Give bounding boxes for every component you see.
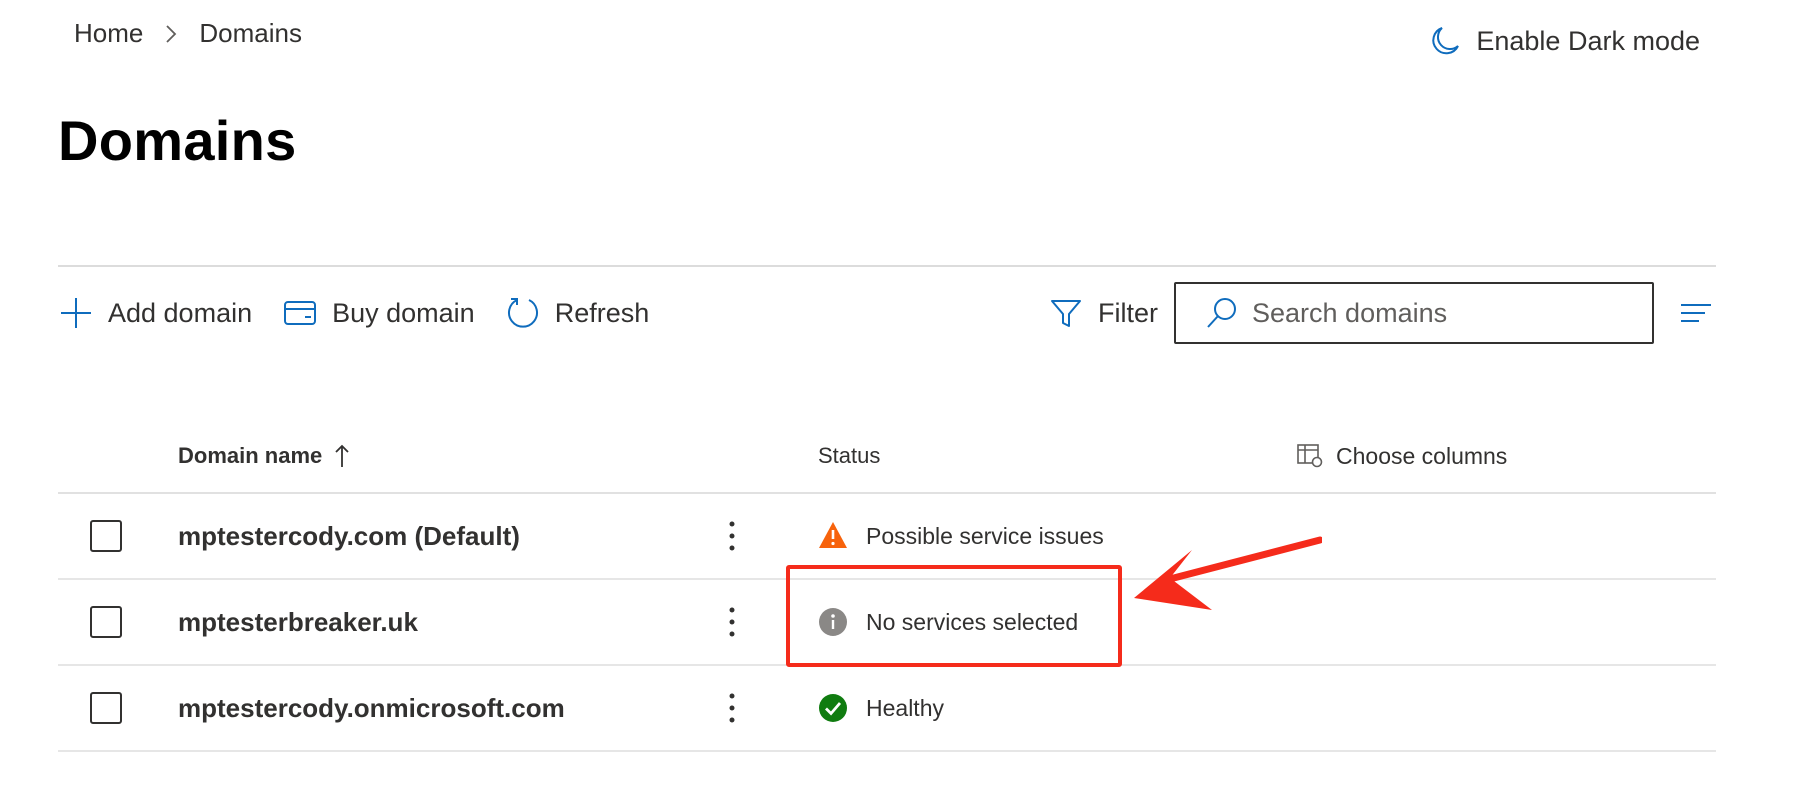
lines-icon [1681,304,1711,322]
column-header-status[interactable]: Status [818,443,880,469]
status-cell: Healthy [818,693,944,723]
domain-name[interactable]: mptesterbreaker.uk [178,607,418,638]
breadcrumb-current: Domains [199,18,302,48]
table-header: Domain name Status Choose columns [58,420,1716,494]
table-row[interactable]: mptestercody.onmicrosoft.com Healthy [58,666,1716,752]
toolbar: Add domain Buy domain Refresh Filter [58,282,1716,344]
status-cell: No services selected [818,607,1078,637]
table-row[interactable]: mptesterbreaker.uk No services selected [58,580,1716,666]
filter-icon [1048,295,1084,331]
add-domain-button[interactable]: Add domain [58,295,252,331]
more-options-icon[interactable] [720,600,744,644]
filter-label: Filter [1098,297,1158,328]
refresh-button[interactable]: Refresh [505,295,650,331]
warning-icon [818,521,848,551]
row-checkbox[interactable] [90,606,122,638]
status-text: No services selected [866,608,1079,635]
dark-mode-toggle[interactable]: Enable Dark mode [1428,24,1700,58]
checkmark-circle-icon [818,693,848,723]
page-title: Domains [58,109,297,172]
buy-domain-label: Buy domain [332,297,475,328]
more-options-icon[interactable] [720,514,744,558]
refresh-label: Refresh [554,297,650,328]
more-options-icon[interactable] [720,686,744,730]
choose-columns-button[interactable]: Choose columns [1296,442,1507,470]
dark-mode-label: Enable Dark mode [1476,25,1700,56]
search-box [1174,282,1654,344]
domain-name[interactable]: mptestercody.com (Default) [178,521,520,552]
domain-name[interactable]: mptestercody.onmicrosoft.com [178,693,565,724]
view-options-button[interactable] [1676,293,1716,333]
table-row[interactable]: mptestercody.com (Default) Possible serv… [58,494,1716,580]
header-divider [58,265,1716,267]
search-icon [1204,295,1240,331]
chevron-right-icon [161,24,181,44]
status-cell: Possible service issues [818,521,1104,551]
sort-ascending-icon [334,443,350,469]
breadcrumb-home-link[interactable]: Home [74,18,143,49]
plus-icon [58,295,94,331]
toolbar-right: Filter [1048,282,1716,344]
status-text: Healthy [866,694,944,721]
columns-settings-icon [1296,442,1324,470]
row-checkbox[interactable] [90,520,122,552]
add-domain-label: Add domain [108,297,253,328]
status-text: Possible service issues [866,522,1104,549]
credit-card-icon [282,295,318,331]
column-header-domain-name-label: Domain name [178,443,323,468]
buy-domain-button[interactable]: Buy domain [282,295,475,331]
column-header-domain-name[interactable]: Domain name [178,443,350,469]
breadcrumb: Home Domains [74,18,302,49]
choose-columns-label: Choose columns [1336,442,1508,469]
search-input[interactable] [1252,297,1632,329]
refresh-icon [505,295,541,331]
domains-table: Domain name Status Choose columns mptest… [58,420,1716,752]
row-checkbox[interactable] [90,692,122,724]
info-icon [818,607,848,637]
filter-button[interactable]: Filter [1048,295,1158,331]
moon-icon [1428,24,1462,58]
